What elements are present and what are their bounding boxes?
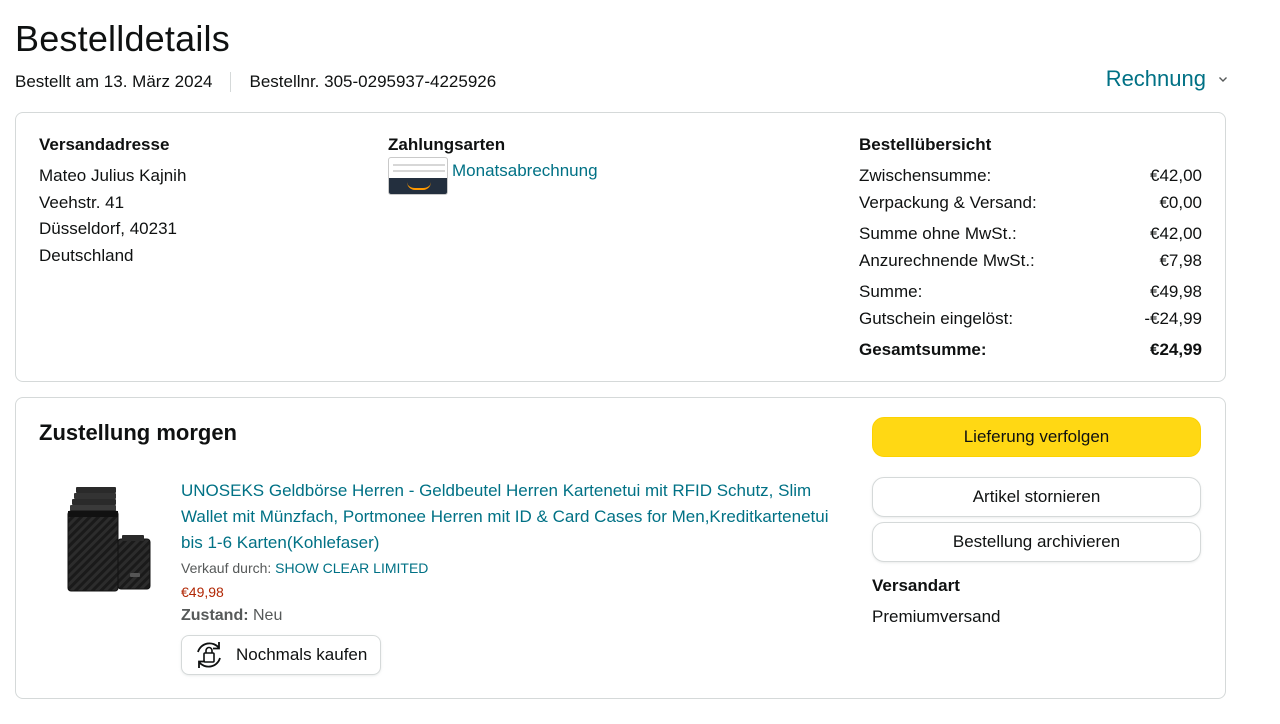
shipping-address-title: Versandadresse — [39, 135, 170, 154]
order-summary-title: Bestellübersicht — [859, 135, 992, 154]
archive-order-button[interactable]: Bestellung archivieren — [872, 522, 1201, 562]
meta-divider — [230, 72, 232, 92]
cancel-item-button[interactable]: Artikel stornieren — [872, 477, 1201, 517]
product-title-link[interactable]: UNOSEKS Geldbörse Herren - Geldbeutel He… — [181, 478, 841, 556]
summary-row: Summe ohne MwSt.: €42,00 — [859, 221, 1202, 248]
buy-again-label: Nochmals kaufen — [236, 645, 368, 664]
payment-methods: Zahlungsarten Monatsabrechnung — [388, 135, 598, 195]
address-line: Veehstr. 41 — [39, 192, 125, 212]
address-line: Düsseldorf, 40231 — [39, 219, 177, 238]
payment-method-link[interactable]: Monatsabrechnung — [452, 161, 598, 181]
summary-value: €7,98 — [1159, 250, 1202, 270]
summary-label: Summe ohne MwSt.: — [859, 224, 1017, 243]
buy-again-button[interactable]: Nochmals kaufen — [181, 635, 382, 675]
summary-label: Zwischensumme: — [859, 166, 992, 185]
address-line: Mateo Julius Kajnih — [39, 166, 187, 185]
condition-value: Neu — [253, 607, 283, 624]
page-title: Bestelldetails — [15, 18, 230, 59]
seller-link[interactable]: SHOW CLEAR LIMITED — [275, 560, 428, 576]
delivery-card: Zustellung morgen UNOSEKS Geldbörse Herr… — [15, 397, 1226, 699]
summary-value: €49,98 — [1150, 282, 1202, 301]
invoice-dropdown[interactable]: Rechnung — [1106, 66, 1228, 92]
product-condition: Zustand: Neu — [181, 607, 841, 625]
order-summary-card: Versandadresse Mateo Julius Kajnih Veehs… — [15, 112, 1226, 382]
amazon-card-icon — [388, 157, 448, 195]
product-info: UNOSEKS Geldbörse Herren - Geldbeutel He… — [181, 478, 841, 625]
product-price: €49,98 — [181, 584, 224, 600]
track-package-button[interactable]: Lieferung verfolgen — [872, 417, 1201, 457]
summary-row: Gutschein eingelöst: -€24,99 — [859, 306, 1202, 333]
shipping-address: Versandadresse Mateo Julius Kajnih Veehs… — [39, 135, 186, 269]
summary-value: €42,00 — [1150, 166, 1202, 185]
summary-value: -€24,99 — [1144, 308, 1202, 328]
address-line: Deutschland — [39, 245, 134, 265]
wallet-product-image[interactable] — [58, 483, 154, 595]
buy-again-icon — [197, 642, 221, 668]
order-totals: Bestellübersicht Zwischensumme: €42,00 V… — [859, 135, 1202, 364]
payment-title: Zahlungsarten — [388, 135, 506, 154]
order-date: Bestellt am 13. März 2024 — [15, 72, 213, 91]
summary-row: Verpackung & Versand: €0,00 — [859, 190, 1202, 217]
summary-label: Gutschein eingelöst: — [859, 308, 1014, 328]
summary-row: Summe: €49,98 — [859, 279, 1202, 306]
grand-total-row: Gesamtsumme: €24,99 — [859, 337, 1202, 364]
seller-line: Verkauf durch: SHOW CLEAR LIMITED — [181, 560, 841, 576]
summary-label: Anzurechnende MwSt.: — [859, 250, 1035, 270]
shipping-method-value: Premiumversand — [872, 607, 1001, 626]
chevron-down-icon — [1219, 77, 1227, 82]
grand-total-value: €24,99 — [1150, 340, 1202, 359]
order-meta: Bestellt am 13. März 2024 Bestellnr. 305… — [15, 72, 496, 92]
summary-value: €0,00 — [1159, 192, 1202, 212]
shipping-method-title: Versandart — [872, 576, 960, 595]
delivery-title: Zustellung morgen — [39, 420, 237, 445]
seller-prefix: Verkauf durch: — [181, 560, 272, 576]
summary-row: Zwischensumme: €42,00 — [859, 163, 1202, 190]
order-number: Bestellnr. 305-0295937-4225926 — [249, 72, 497, 91]
grand-total-label: Gesamtsumme: — [859, 340, 987, 359]
summary-row: Anzurechnende MwSt.: €7,98 — [859, 248, 1202, 275]
invoice-label: Rechnung — [1105, 66, 1206, 91]
summary-value: €42,00 — [1150, 224, 1202, 243]
summary-label: Verpackung & Versand: — [859, 192, 1037, 212]
summary-label: Summe: — [859, 282, 923, 301]
condition-label: Zustand: — [181, 607, 249, 624]
